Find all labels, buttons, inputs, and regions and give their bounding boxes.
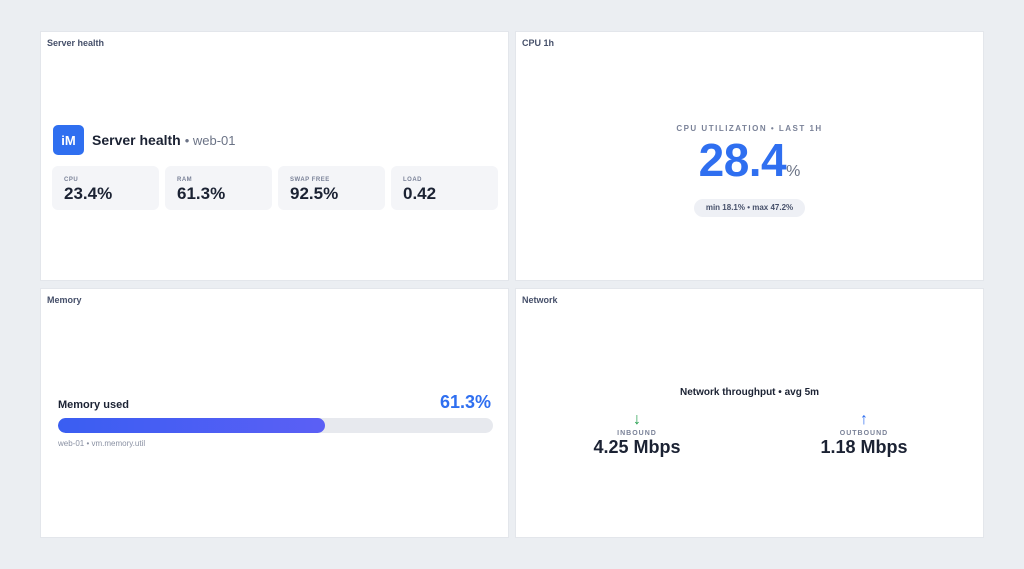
memory-value: 61.3% bbox=[439, 392, 491, 412]
memory-label: Memory used bbox=[58, 399, 129, 411]
memory-progress-fill bbox=[58, 418, 325, 433]
panel-title: Network bbox=[522, 295, 558, 305]
arrow-up-icon: ↑ bbox=[860, 411, 868, 428]
metric-label: RAM bbox=[177, 177, 193, 183]
cpu-value-group: 28.4% bbox=[516, 135, 983, 197]
metric-label: CPU bbox=[64, 177, 79, 183]
metric-tile-cpu: CPU 23.4% bbox=[52, 166, 159, 210]
server-health-header: iM Server health • web-01 bbox=[53, 125, 236, 155]
network-inbound: ↓ INBOUND 4.25 Mbps bbox=[557, 411, 717, 458]
metric-value: 23.4% bbox=[64, 184, 113, 203]
memory-caption: web-01 • vm.memory.util bbox=[58, 439, 146, 448]
outbound-value: 1.18 Mbps bbox=[820, 437, 908, 457]
metric-tile-swap-free: SWAP FREE 92.5% bbox=[278, 166, 385, 210]
cpu-range-badge: min 18.1% • max 47.2% bbox=[693, 199, 806, 217]
metric-tiles: CPU 23.4% RAM 61.3% SWAP FREE 92.5% LOAD… bbox=[52, 166, 499, 210]
metric-tile-load: LOAD 0.42 bbox=[391, 166, 498, 210]
cpu-caption: CPU UTILIZATION • LAST 1H bbox=[676, 124, 823, 133]
memory-panel: Memory Memory used 61.3% web-01 • vm.mem… bbox=[40, 288, 509, 538]
app-logo-icon: iM bbox=[53, 125, 84, 155]
server-health-title: Server health bbox=[92, 132, 181, 148]
panel-title: Server health bbox=[47, 38, 105, 48]
metric-label: SWAP FREE bbox=[290, 177, 330, 183]
inbound-value: 4.25 Mbps bbox=[593, 437, 681, 457]
server-health-panel: Server health iM Server health • web-01 … bbox=[40, 31, 509, 281]
network-panel: Network Network throughput • avg 5m ↓ IN… bbox=[515, 288, 984, 538]
metric-value: 92.5% bbox=[290, 184, 339, 203]
cpu-stat: CPU UTILIZATION • LAST 1H 28.4% min 18.1… bbox=[516, 124, 983, 217]
panel-title: Memory bbox=[47, 295, 82, 305]
inbound-label: INBOUND bbox=[617, 430, 657, 437]
network-title: Network throughput • avg 5m bbox=[679, 387, 820, 398]
cpu-value: 28.4 bbox=[698, 134, 787, 186]
cpu-unit: % bbox=[786, 163, 801, 180]
network-outbound: ↑ OUTBOUND 1.18 Mbps bbox=[784, 411, 944, 458]
metric-label: LOAD bbox=[403, 177, 422, 183]
metric-value: 0.42 bbox=[403, 184, 437, 203]
arrow-down-icon: ↓ bbox=[633, 411, 641, 428]
cpu-panel: CPU 1h CPU UTILIZATION • LAST 1H 28.4% m… bbox=[515, 31, 984, 281]
memory-progress-bar bbox=[58, 418, 493, 433]
server-host-name: • web-01 bbox=[184, 132, 236, 148]
metric-tile-ram: RAM 61.3% bbox=[165, 166, 272, 210]
metric-value: 61.3% bbox=[177, 184, 226, 203]
panel-title: CPU 1h bbox=[522, 38, 555, 48]
outbound-label: OUTBOUND bbox=[839, 430, 889, 437]
